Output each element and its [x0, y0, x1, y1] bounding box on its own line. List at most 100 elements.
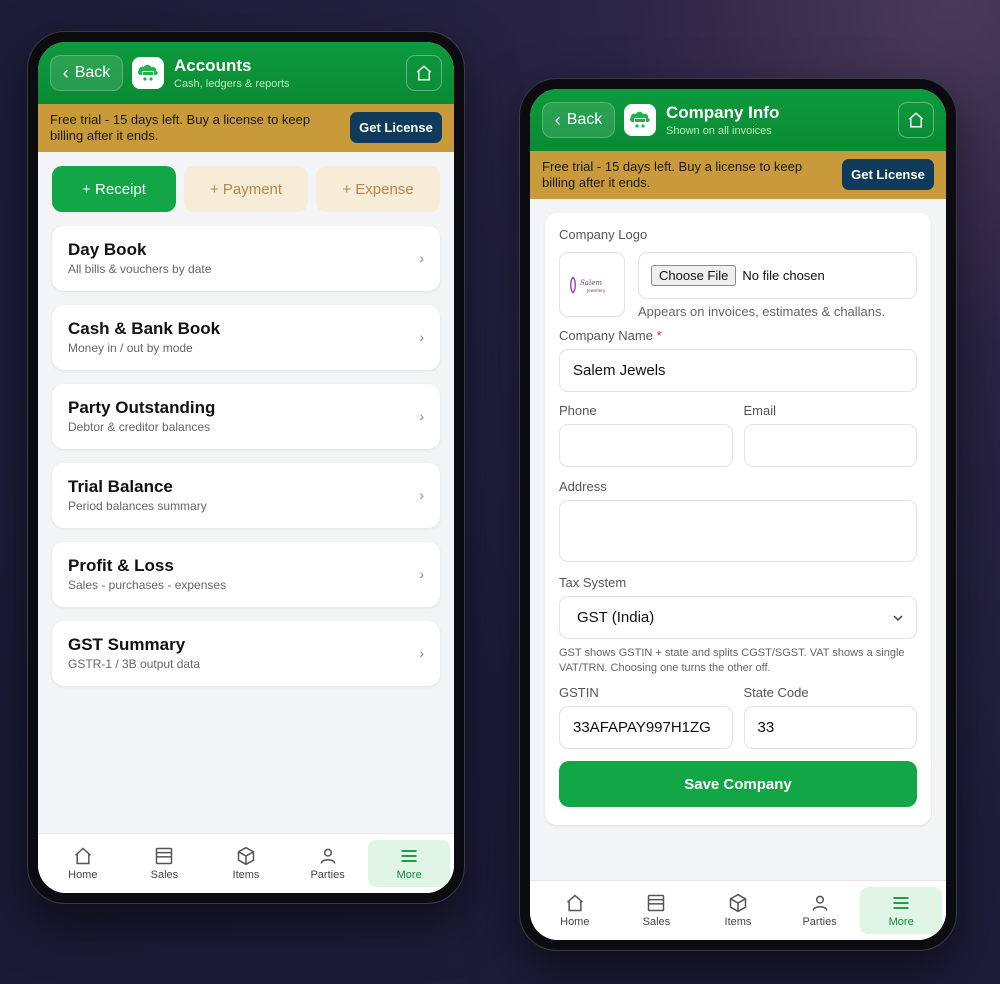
app-logo-icon — [624, 104, 656, 136]
nav-items[interactable]: Items — [205, 840, 287, 887]
gstin-group: GSTIN 33AFAPAY997H1ZG — [559, 685, 733, 749]
bottom-nav: Home Sales Items Parties More — [38, 833, 454, 893]
back-button[interactable]: ‹ Back — [542, 102, 615, 138]
menu-item-title: Trial Balance — [68, 477, 173, 496]
menu-item-subtitle: Period balances summary — [68, 499, 207, 513]
address-label: Address — [559, 479, 607, 494]
logo-file-input[interactable]: Choose File No file chosen — [638, 252, 917, 299]
phone-input[interactable] — [559, 424, 733, 467]
menu-icon — [893, 897, 909, 909]
home-icon — [74, 847, 91, 865]
chevron-left-icon: ‹ — [62, 63, 69, 83]
tax-selected-value: GST (India) — [577, 609, 655, 626]
home-icon — [908, 112, 924, 128]
menu-icon — [401, 850, 417, 862]
company-name-group: Company Name * Salem Jewels — [559, 328, 917, 392]
tax-system-select[interactable]: GST (India) — [559, 596, 917, 639]
page-subtitle: Cash, ledgers & reports — [174, 78, 290, 90]
save-company-button[interactable]: Save Company — [559, 761, 917, 807]
file-upload: Choose File No file chosen Appears on in… — [638, 252, 917, 319]
company-screen: ‹ Back Company Info Shown on all invoice… — [530, 89, 946, 940]
nav-label: Items — [724, 916, 752, 928]
app-bar: ‹ Back Accounts Cash, ledgers & reports — [38, 42, 454, 104]
menu-item-cash-bank-book[interactable]: Cash & Bank Book Money in / out by mode … — [52, 305, 440, 370]
chevron-right-icon: › — [419, 329, 424, 345]
nav-home[interactable]: Home — [42, 840, 124, 887]
menu-item-subtitle: Money in / out by mode — [68, 341, 193, 355]
nav-home[interactable]: Home — [534, 887, 616, 934]
nav-label: Parties — [310, 869, 345, 881]
home-button[interactable] — [898, 102, 934, 138]
back-label: Back — [74, 64, 111, 81]
receipt-button[interactable]: + Receipt — [52, 166, 176, 212]
menu-item-subtitle: GSTR-1 / 3B output data — [68, 657, 201, 671]
menu-item-day-book[interactable]: Day Book All bills & vouchers by date › — [52, 226, 440, 291]
company-name-input[interactable]: Salem Jewels — [559, 349, 917, 392]
box-icon — [237, 846, 255, 866]
page-subtitle: Shown on all invoices — [666, 125, 772, 137]
get-license-button[interactable]: Get License — [842, 159, 934, 190]
nav-label: More — [888, 916, 914, 928]
app-bar: ‹ Back Company Info Shown on all invoice… — [530, 89, 946, 151]
nav-parties[interactable]: Parties — [287, 840, 369, 887]
menu-item-title: Profit & Loss — [68, 556, 174, 575]
nav-sales[interactable]: Sales — [124, 840, 206, 887]
trial-banner: Free trial - 15 days left. Buy a license… — [38, 104, 454, 152]
company-name-label-text: Company Name — [559, 328, 653, 343]
nav-label: Sales — [150, 869, 179, 881]
tax-group: Tax System GST (India) GST shows GSTIN +… — [559, 575, 917, 676]
company-name-label: Company Name * — [559, 328, 917, 343]
sales-icon — [156, 847, 173, 865]
nav-sales[interactable]: Sales — [616, 887, 698, 934]
menu-item-subtitle: Debtor & creditor balances — [68, 420, 211, 434]
chevron-right-icon: › — [419, 566, 424, 582]
menu-item-profit-loss[interactable]: Profit & Loss Sales - purchases - expens… — [52, 542, 440, 607]
state-group: State Code 33 — [743, 685, 917, 749]
nav-parties[interactable]: Parties — [779, 887, 861, 934]
nav-label: Parties — [802, 916, 837, 928]
get-license-button[interactable]: Get License — [350, 112, 442, 143]
phone-company-info: ‹ Back Company Info Shown on all invoice… — [519, 78, 957, 951]
logo-label: Company Logo — [559, 227, 648, 242]
company-form: Company Logo Salem Jewellery Choose File… — [545, 213, 931, 825]
menu-item-title: Party Outstanding — [68, 398, 216, 417]
email-input[interactable] — [743, 424, 917, 467]
company-logo-preview: Salem Jewellery — [559, 252, 625, 317]
gstin-input[interactable]: 33AFAPAY997H1ZG — [559, 706, 733, 749]
home-icon — [416, 65, 432, 81]
accounts-screen: ‹ Back Accounts Cash, ledgers & reports … — [38, 42, 454, 893]
menu-item-subtitle: Sales - purchases - expenses — [68, 578, 227, 592]
back-button[interactable]: ‹ Back — [50, 55, 123, 91]
choose-file-button[interactable]: Choose File — [651, 265, 737, 286]
quick-actions: + Receipt + Payment + Expense — [38, 152, 454, 212]
required-marker: * — [656, 328, 662, 343]
expense-button[interactable]: + Expense — [316, 166, 440, 212]
bottom-nav: Home Sales Items Parties More — [530, 880, 946, 940]
nav-label: More — [396, 869, 422, 881]
gst-row: GSTIN 33AFAPAY997H1ZG State Code 33 — [559, 685, 917, 749]
title-block: Accounts Cash, ledgers & reports — [174, 56, 290, 90]
phone-group: Phone — [559, 403, 733, 467]
trial-banner: Free trial - 15 days left. Buy a license… — [530, 151, 946, 199]
payment-button[interactable]: + Payment — [184, 166, 308, 212]
state-code-input[interactable]: 33 — [743, 706, 917, 749]
user-icon — [812, 895, 827, 911]
menu-item-title: Day Book — [68, 240, 147, 259]
chevron-down-icon — [893, 614, 903, 621]
tax-label: Tax System — [559, 575, 627, 590]
nav-more[interactable]: More — [368, 840, 450, 887]
gstin-label: GSTIN — [559, 685, 599, 700]
app-logo-icon — [132, 57, 164, 89]
phone-label: Phone — [559, 403, 597, 418]
menu-item-party-outstanding[interactable]: Party Outstanding Debtor & creditor bala… — [52, 384, 440, 449]
home-button[interactable] — [406, 55, 442, 91]
phone-accounts: ‹ Back Accounts Cash, ledgers & reports … — [27, 31, 465, 904]
menu-item-gst-summary[interactable]: GST Summary GSTR-1 / 3B output data › — [52, 621, 440, 686]
address-textarea[interactable] — [559, 500, 917, 562]
nav-items[interactable]: Items — [697, 887, 779, 934]
trial-text: Free trial - 15 days left. Buy a license… — [542, 159, 803, 190]
page-title: Accounts — [174, 56, 252, 75]
nav-more[interactable]: More — [860, 887, 942, 934]
sales-icon — [648, 894, 665, 912]
menu-item-trial-balance[interactable]: Trial Balance Period balances summary › — [52, 463, 440, 528]
